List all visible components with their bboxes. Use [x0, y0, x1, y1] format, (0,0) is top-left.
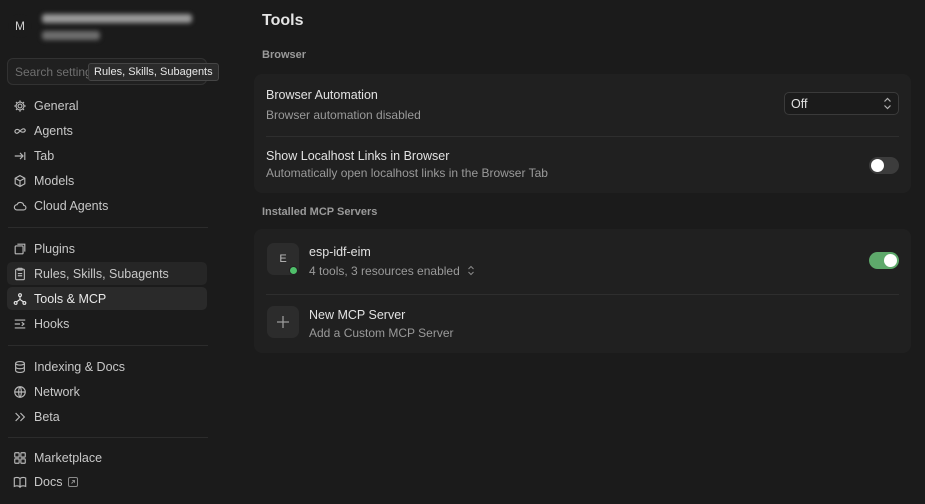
- account-header[interactable]: M: [8, 8, 208, 48]
- browser-automation-subtitle: Browser automation disabled: [266, 108, 421, 122]
- avatar: M: [8, 14, 32, 38]
- gear-icon: [13, 99, 27, 113]
- toggle-knob: [884, 254, 897, 267]
- sidebar-item-label: Agents: [34, 123, 73, 138]
- sidebar-item-label: Marketplace: [34, 450, 103, 465]
- book-icon: [13, 475, 27, 489]
- clipboard-icon: [13, 267, 27, 281]
- toggle-knob: [871, 159, 884, 172]
- sidebar-divider: [8, 345, 208, 346]
- sidebar-item-models[interactable]: Models: [7, 169, 207, 192]
- cloud-icon: [13, 199, 27, 213]
- sidebar-item-label: General: [34, 98, 79, 113]
- plugin-icon: [13, 242, 27, 256]
- sidebar-divider: [8, 227, 208, 228]
- sidebar-item-hooks[interactable]: Hooks: [7, 312, 207, 335]
- sidebar-item-indexing-docs[interactable]: Indexing & Docs: [7, 355, 207, 378]
- status-dot: [289, 266, 298, 275]
- browser-automation-select-value: Off: [791, 96, 808, 111]
- tab-arrow-icon: [13, 149, 27, 163]
- infinity-icon: [13, 124, 27, 138]
- page-title: Tools: [262, 12, 304, 29]
- add-server-button[interactable]: [267, 306, 299, 338]
- grid-icon: [13, 451, 27, 465]
- sidebar-item-plugins[interactable]: Plugins: [7, 237, 207, 260]
- sidebar-item-agents[interactable]: Agents: [7, 119, 207, 142]
- sidebar-item-general[interactable]: General: [7, 94, 207, 117]
- browser-automation-title: Browser Automation: [266, 88, 378, 102]
- server-name: esp-idf-eim: [309, 245, 371, 259]
- network-icon: [13, 292, 27, 306]
- browser-automation-select[interactable]: Off: [784, 92, 899, 115]
- sidebar-item-tools-mcp[interactable]: Tools & MCP: [7, 287, 207, 310]
- sidebar-item-label: Plugins: [34, 241, 75, 256]
- tooltip: Rules, Skills, Subagents: [88, 63, 219, 81]
- sidebar-item-label: Tab: [34, 148, 55, 163]
- localhost-links-subtitle: Automatically open localhost links in th…: [266, 166, 548, 180]
- sidebar-item-label: Docs: [34, 474, 63, 489]
- globe-icon: [13, 385, 27, 399]
- plus-icon: [277, 316, 289, 328]
- mcp-servers-card: E esp-idf-eim 4 tools, 3 resources enabl…: [254, 229, 911, 353]
- sidebar-item-label: Indexing & Docs: [34, 359, 126, 374]
- sidebar-item-tab[interactable]: Tab: [7, 144, 207, 167]
- localhost-links-toggle[interactable]: [869, 157, 899, 174]
- new-server-subtitle: Add a Custom MCP Server: [309, 326, 454, 340]
- server-enabled-toggle[interactable]: [869, 252, 899, 269]
- server-details[interactable]: 4 tools, 3 resources enabled: [309, 264, 475, 278]
- chevrons-right-icon: [13, 410, 27, 424]
- sidebar-item-rules-skills-subagents[interactable]: Rules, Skills, Subagents: [7, 262, 207, 285]
- sidebar-item-beta[interactable]: Beta: [7, 405, 207, 428]
- sidebar-item-label: Beta: [34, 409, 60, 424]
- chevron-updown-icon: [884, 97, 891, 110]
- sidebar-item-label: Hooks: [34, 316, 70, 331]
- sidebar-item-cloud-agents[interactable]: Cloud Agents: [7, 194, 207, 217]
- sidebar-item-marketplace[interactable]: Marketplace: [7, 446, 207, 469]
- browser-settings-card: Browser Automation Browser automation di…: [254, 74, 911, 193]
- external-link-icon: [68, 476, 79, 487]
- sidebar-item-label: Network: [34, 384, 80, 399]
- localhost-links-title: Show Localhost Links in Browser: [266, 149, 450, 163]
- section-label-mcp: Installed MCP Servers: [262, 206, 378, 218]
- hooks-icon: [13, 317, 27, 331]
- account-plan-redacted: [42, 31, 100, 40]
- section-label-browser: Browser: [262, 49, 307, 61]
- database-icon: [13, 360, 27, 374]
- sidebar-item-label: Tools & MCP: [34, 291, 107, 306]
- row-divider: [266, 136, 899, 137]
- sidebar-item-network[interactable]: Network: [7, 380, 207, 403]
- server-details-label: 4 tools, 3 resources enabled: [309, 264, 460, 278]
- sidebar-item-label: Models: [34, 173, 75, 188]
- sidebar-item-label: Cloud Agents: [34, 198, 109, 213]
- new-server-title[interactable]: New MCP Server: [309, 308, 405, 322]
- account-email-redacted: [42, 14, 192, 23]
- sidebar-divider: [8, 437, 208, 438]
- cube-icon: [13, 174, 27, 188]
- row-divider: [266, 294, 899, 295]
- sidebar-item-docs[interactable]: Docs: [7, 470, 207, 493]
- sidebar-item-label: Rules, Skills, Subagents: [34, 266, 169, 281]
- sidebar: M Rules, Skills, Subagents General Agent…: [0, 0, 219, 504]
- chevron-updown-icon: [468, 265, 474, 276]
